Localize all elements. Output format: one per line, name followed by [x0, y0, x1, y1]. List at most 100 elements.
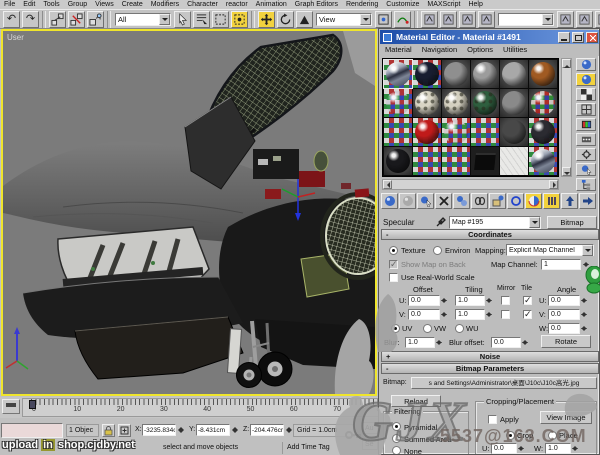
select-object-icon[interactable] [174, 11, 191, 28]
material-id-channel-icon[interactable] [507, 193, 524, 209]
map-channel-field[interactable]: 1 [541, 259, 581, 270]
z-coordinate-field[interactable]: -204.476cr [250, 424, 284, 436]
macro-recorder-field[interactable] [1, 423, 63, 438]
sample-slot[interactable] [413, 60, 441, 88]
pick-material-eyedropper-icon[interactable] [435, 216, 447, 228]
material-editor-titlebar[interactable]: Material Editor - Material #1491 [380, 30, 600, 44]
sample-slot[interactable] [413, 118, 441, 146]
u-offset-spinner[interactable] [440, 295, 448, 306]
texture-radio[interactable] [389, 246, 398, 255]
u-angle-field[interactable]: 0.0 [548, 295, 580, 306]
select-and-manipulate-icon[interactable] [394, 11, 411, 28]
go-to-sibling-icon[interactable] [579, 193, 596, 209]
video-color-check-icon[interactable] [576, 118, 596, 131]
make-preview-icon[interactable] [576, 133, 596, 146]
environ-radio[interactable] [433, 246, 442, 255]
v-tile-checkbox[interactable] [523, 310, 532, 319]
menu-maxscript[interactable]: MAXScript [423, 0, 464, 9]
scroll-down-icon[interactable] [562, 167, 571, 176]
menu-customize[interactable]: Customize [382, 0, 423, 9]
select-by-material-icon[interactable] [576, 163, 596, 176]
percent-snap-icon[interactable] [478, 11, 495, 28]
v-angle-field[interactable]: 0.0 [548, 309, 580, 320]
sample-slot[interactable] [413, 89, 441, 117]
mini-curve-editor-button[interactable] [2, 399, 20, 414]
sample-slot[interactable] [529, 60, 557, 88]
x-coordinate-field[interactable]: -3235.834c [142, 424, 176, 436]
sample-slot[interactable] [471, 89, 499, 117]
menu-create[interactable]: Create [118, 0, 147, 9]
select-by-name-icon[interactable] [193, 11, 210, 28]
sample-slot[interactable] [500, 89, 528, 117]
make-unique-icon[interactable] [471, 193, 488, 209]
go-to-parent-icon[interactable] [561, 193, 578, 209]
sample-slot[interactable] [442, 118, 470, 146]
sample-slot[interactable] [384, 60, 412, 88]
v-mirror-checkbox[interactable] [501, 310, 510, 319]
menu-edit[interactable]: Edit [19, 0, 39, 9]
bitmap-path-button[interactable]: s and Settings\Administrator\桌面\J10c\J10… [411, 377, 597, 389]
v-angle-spinner[interactable] [580, 309, 588, 320]
sample-slot[interactable] [500, 118, 528, 146]
absolute-offset-toggle[interactable] [118, 424, 131, 437]
me-menu-utilities[interactable]: Utilities [498, 44, 532, 56]
snap-toggle-icon[interactable] [440, 11, 457, 28]
sample-slot[interactable] [471, 118, 499, 146]
put-material-to-scene-icon[interactable] [399, 193, 416, 209]
sample-uv-tiling-icon[interactable] [576, 103, 596, 116]
select-and-link-icon[interactable] [49, 11, 66, 28]
menu-reactor[interactable]: reactor [222, 0, 252, 9]
select-and-rotate-icon[interactable] [277, 11, 294, 28]
w-angle-field[interactable]: 0.0 [548, 323, 580, 334]
minimize-button[interactable] [558, 32, 570, 43]
sample-slot[interactable] [442, 89, 470, 117]
show-map-on-back-checkbox[interactable] [389, 260, 398, 269]
noise-rollout-header[interactable]: + Noise [381, 351, 599, 362]
menu-graph-editors[interactable]: Graph Editors [291, 0, 342, 9]
coordinates-rollout-header[interactable]: - Coordinates [381, 229, 599, 240]
assign-material-to-selection-icon[interactable] [417, 193, 434, 209]
align-icon[interactable] [576, 11, 593, 28]
mapping-dropdown[interactable]: Explicit Map Channel [506, 244, 594, 256]
sample-type-icon[interactable] [576, 58, 596, 71]
material-name-dropdown[interactable]: Map #195 [449, 216, 541, 229]
wu-radio[interactable] [455, 324, 464, 333]
scroll-right-icon[interactable] [549, 180, 558, 189]
reference-coordinate-dropdown[interactable]: View [316, 13, 372, 26]
menu-help[interactable]: Help [464, 0, 486, 9]
me-menu-material[interactable]: Material [380, 44, 417, 56]
mirror-icon[interactable] [557, 11, 574, 28]
w-angle-spinner[interactable] [580, 323, 588, 334]
bind-to-space-warp-icon[interactable] [87, 11, 104, 28]
put-to-library-icon[interactable] [489, 193, 506, 209]
menu-file[interactable]: File [0, 0, 19, 9]
show-end-result-icon[interactable] [543, 193, 560, 209]
u-tiling-spinner[interactable] [485, 295, 493, 306]
dropdown-arrow-icon[interactable] [360, 14, 371, 25]
sample-slot[interactable] [442, 60, 470, 88]
menu-views[interactable]: Views [91, 0, 118, 9]
vw-radio[interactable] [423, 324, 432, 333]
menu-modifiers[interactable]: Modifiers [147, 0, 183, 9]
u-tiling-field[interactable]: 1.0 [455, 295, 485, 306]
me-menu-options[interactable]: Options [462, 44, 498, 56]
layer-manager-icon[interactable] [595, 11, 600, 28]
sample-slot[interactable] [500, 60, 528, 88]
y-spinner[interactable] [231, 424, 239, 436]
reset-map-icon[interactable] [435, 193, 452, 209]
maximize-button[interactable] [572, 32, 584, 43]
u-tile-checkbox[interactable] [523, 296, 532, 305]
rotate-button[interactable]: Rotate [541, 335, 591, 348]
rectangular-selection-region-icon[interactable] [212, 11, 229, 28]
dropdown-arrow-icon[interactable] [582, 245, 593, 256]
menu-tools[interactable]: Tools [39, 0, 63, 9]
undo-icon[interactable]: ↶ [3, 11, 20, 28]
uv-radio[interactable] [391, 324, 400, 333]
backlight-icon[interactable] [576, 73, 596, 86]
blur-offset-field[interactable]: 0.0 [491, 337, 521, 348]
menu-rendering[interactable]: Rendering [342, 0, 382, 9]
show-map-in-viewport-icon[interactable] [525, 193, 542, 209]
x-spinner[interactable] [177, 424, 185, 436]
scroll-up-icon[interactable] [562, 59, 571, 68]
named-selection-dropdown[interactable] [498, 13, 554, 26]
